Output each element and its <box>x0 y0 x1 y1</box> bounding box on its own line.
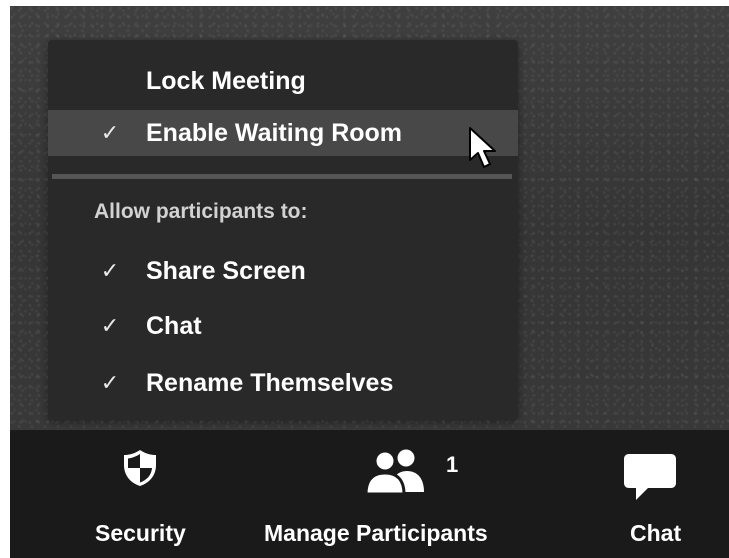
menu-item-label: Share Screen <box>146 256 306 285</box>
checkmark-icon: ✓ <box>100 313 120 338</box>
checkmark-icon: ✓ <box>100 258 120 283</box>
menu-item-lock-meeting[interactable]: Lock Meeting <box>48 58 518 104</box>
mouse-cursor-icon <box>469 127 496 168</box>
section-label-allow-participants: Allow participants to: <box>94 200 308 223</box>
participants-icon <box>364 449 424 494</box>
chat-label: Chat <box>630 520 682 546</box>
shield-icon <box>124 450 156 486</box>
participant-count-badge: 1 <box>446 452 459 477</box>
menu-item-label: Chat <box>146 311 202 340</box>
chat-bubble-icon <box>624 454 676 500</box>
manage-participants-button[interactable]: 1 Manage Participants <box>260 430 550 558</box>
chat-button[interactable]: Chat <box>600 430 700 558</box>
manage-participants-label: Manage Participants <box>264 520 488 546</box>
menu-item-label: Enable Waiting Room <box>146 118 403 147</box>
menu-divider <box>52 174 512 179</box>
checkmark-icon: ✓ <box>100 120 120 145</box>
menu-item-share-screen[interactable]: ✓ Share Screen <box>48 248 518 294</box>
menu-item-label: Lock Meeting <box>146 66 306 95</box>
security-menu: Lock Meeting ✓ Enable Waiting Room Allow… <box>48 40 518 420</box>
menu-item-chat[interactable]: ✓ Chat <box>48 303 518 349</box>
security-button[interactable]: Security <box>80 430 220 558</box>
menu-item-label: Rename Themselves <box>146 368 394 397</box>
meeting-window: Lock Meeting ✓ Enable Waiting Room Allow… <box>10 6 729 558</box>
security-label: Security <box>95 520 186 546</box>
menu-item-enable-waiting-room[interactable]: ✓ Enable Waiting Room <box>48 110 518 156</box>
meeting-toolbar: Security 1 Manage Participants Chat <box>10 430 729 558</box>
checkmark-icon: ✓ <box>100 370 120 395</box>
menu-item-rename-themselves[interactable]: ✓ Rename Themselves <box>48 360 518 406</box>
